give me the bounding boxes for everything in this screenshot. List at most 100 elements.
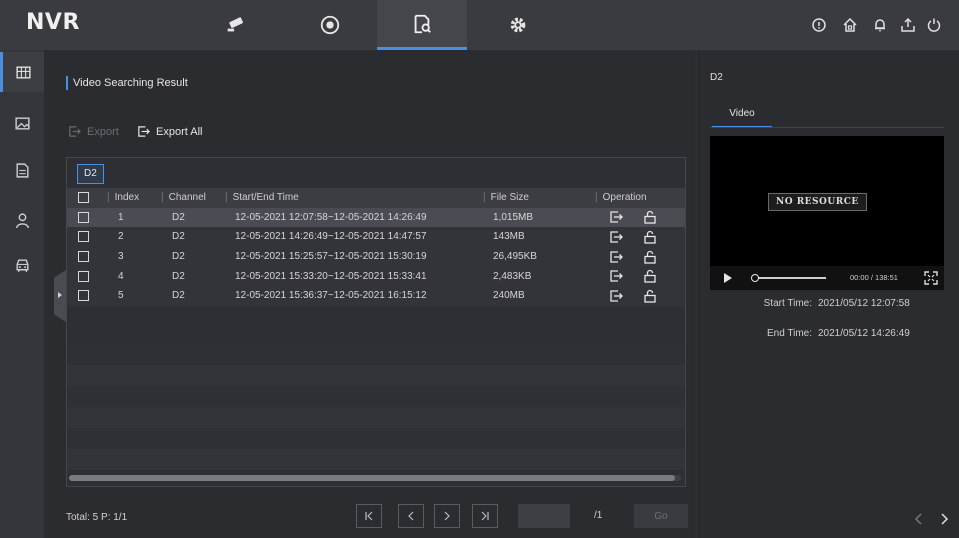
tab-live-view[interactable] bbox=[190, 0, 280, 50]
row-select-cell[interactable] bbox=[67, 286, 107, 306]
next-page-button[interactable] bbox=[434, 504, 460, 528]
operation-cell bbox=[595, 227, 685, 247]
camera-icon bbox=[227, 17, 243, 32]
tab-video[interactable]: Video bbox=[712, 108, 772, 128]
row-select-cell[interactable] bbox=[67, 227, 107, 247]
index-cell: 2 bbox=[118, 231, 124, 243]
sidebar-item-picture[interactable] bbox=[0, 103, 44, 143]
table-row[interactable]: 3 D2 12-05-2021 15:25:57~12-05-2021 15:30:… bbox=[67, 246, 685, 267]
playback-controls: 00:00 / 138:51 bbox=[710, 266, 944, 290]
row-checkbox[interactable] bbox=[78, 231, 89, 243]
tab-playback[interactable] bbox=[285, 0, 375, 50]
time-cell: 12-05-2021 15:33:20~12-05-2021 15:33:41 bbox=[235, 270, 427, 282]
export-icon[interactable] bbox=[609, 210, 623, 224]
chevron-left-icon bbox=[408, 511, 414, 521]
select-all-checkbox[interactable] bbox=[78, 192, 89, 204]
export-button[interactable]: Export bbox=[68, 125, 119, 138]
unlock-icon[interactable] bbox=[643, 250, 657, 264]
row-select-cell[interactable] bbox=[67, 247, 107, 267]
unlock-icon[interactable] bbox=[643, 210, 657, 225]
time-cell: 12-05-2021 15:25:57~12-05-2021 15:30:19 bbox=[235, 251, 427, 263]
left-sidebar bbox=[0, 50, 44, 538]
file-size-cell: 240MB bbox=[493, 290, 525, 302]
export-icon[interactable] bbox=[609, 269, 623, 283]
header-time: | Start/End Time bbox=[225, 192, 299, 204]
last-page-button[interactable] bbox=[472, 504, 498, 528]
fullscreen-icon[interactable] bbox=[924, 271, 938, 285]
alarm-button[interactable] bbox=[870, 15, 890, 35]
progress-knob[interactable] bbox=[751, 274, 759, 282]
timecode: 00:00 / 138:51 bbox=[850, 273, 898, 282]
home-icon bbox=[843, 17, 857, 32]
sidebar-item-document[interactable] bbox=[0, 150, 44, 190]
operation-cell bbox=[595, 266, 685, 286]
collapse-panel-handle[interactable] bbox=[54, 270, 66, 322]
row-checkbox[interactable] bbox=[78, 251, 89, 262]
row-select-cell[interactable] bbox=[67, 266, 107, 286]
app-logo: NVR bbox=[26, 10, 80, 35]
export-top-button[interactable] bbox=[898, 15, 918, 35]
power-button[interactable] bbox=[924, 15, 944, 35]
index-cell: 3 bbox=[118, 251, 124, 263]
sidebar-item-person[interactable] bbox=[0, 200, 44, 240]
file-size-cell: 26,495KB bbox=[493, 251, 537, 263]
unlock-icon[interactable] bbox=[643, 230, 657, 244]
page-number-input[interactable] bbox=[518, 504, 570, 528]
prev-page-button[interactable] bbox=[398, 504, 424, 528]
export-all-button[interactable]: Export All bbox=[137, 125, 202, 138]
unlock-icon[interactable] bbox=[643, 289, 657, 303]
table-row[interactable]: 1 D2 12-05-2021 12:07:58~12-05-2021 14:26:… bbox=[67, 207, 685, 228]
tab-configuration[interactable] bbox=[473, 0, 563, 50]
file-search-icon bbox=[414, 14, 431, 33]
select-all-header[interactable] bbox=[67, 188, 107, 208]
chevron-left-icon[interactable] bbox=[912, 512, 926, 526]
section-title: Video Searching Result bbox=[66, 76, 188, 90]
info-button[interactable] bbox=[809, 15, 829, 35]
empty-row bbox=[67, 449, 685, 470]
start-time-value: 2021/05/12 12:07:58 bbox=[818, 298, 910, 309]
row-checkbox[interactable] bbox=[78, 290, 89, 302]
end-time-row: End Time: 2021/05/12 14:26:49 bbox=[752, 328, 910, 339]
vehicle-icon bbox=[15, 258, 29, 272]
file-size-cell: 2,483KB bbox=[493, 270, 532, 282]
index-cell: 5 bbox=[118, 290, 124, 302]
end-time-label: End Time: bbox=[766, 328, 812, 339]
header-index: | Index bbox=[107, 192, 140, 204]
row-checkbox[interactable] bbox=[78, 211, 89, 223]
empty-row bbox=[67, 365, 685, 386]
camera-tab-d2[interactable]: D2 bbox=[77, 164, 104, 184]
operation-cell bbox=[595, 208, 685, 228]
empty-row bbox=[67, 428, 685, 449]
page-total: /1 bbox=[594, 510, 603, 521]
export-icon[interactable] bbox=[609, 250, 623, 264]
home-button[interactable] bbox=[840, 15, 860, 35]
power-icon bbox=[927, 18, 941, 32]
export-icon[interactable] bbox=[609, 230, 623, 244]
top-bar: NVR bbox=[0, 0, 959, 50]
tab-file-search[interactable] bbox=[377, 0, 467, 50]
horizontal-scrollbar[interactable] bbox=[69, 475, 681, 481]
scrollbar-thumb[interactable] bbox=[69, 475, 675, 481]
row-checkbox[interactable] bbox=[78, 270, 89, 282]
time-cell: 12-05-2021 14:26:49~12-05-2021 14:47:57 bbox=[235, 231, 427, 243]
play-icon[interactable] bbox=[724, 273, 732, 283]
go-button[interactable]: Go bbox=[634, 504, 688, 528]
row-select-cell[interactable] bbox=[67, 208, 107, 228]
sidebar-item-video[interactable] bbox=[0, 52, 44, 92]
header-operation: | Operation bbox=[595, 192, 647, 204]
first-page-button[interactable] bbox=[356, 504, 382, 528]
table-row[interactable]: 4 D2 12-05-2021 15:33:20~12-05-2021 15:33:… bbox=[67, 266, 685, 286]
chevron-right-icon[interactable] bbox=[937, 512, 951, 526]
unlock-icon[interactable] bbox=[643, 269, 657, 283]
header-file-size: | File Size bbox=[483, 192, 529, 204]
export-icon[interactable] bbox=[609, 289, 623, 303]
sidebar-item-vehicle[interactable] bbox=[0, 245, 44, 285]
progress-bar[interactable] bbox=[751, 274, 826, 282]
time-cell: 12-05-2021 12:07:58~12-05-2021 14:26:49 bbox=[235, 211, 427, 223]
video-grid-icon bbox=[16, 65, 31, 79]
table-row[interactable]: 5 D2 12-05-2021 15:36:37~12-05-2021 16:15:… bbox=[67, 285, 685, 306]
start-time-label: Start Time: bbox=[763, 298, 812, 309]
table-row[interactable]: 2 D2 12-05-2021 14:26:49~12-05-2021 14:47:… bbox=[67, 227, 685, 247]
video-preview[interactable]: NO RESOURCE bbox=[710, 136, 944, 266]
empty-row bbox=[67, 344, 685, 365]
